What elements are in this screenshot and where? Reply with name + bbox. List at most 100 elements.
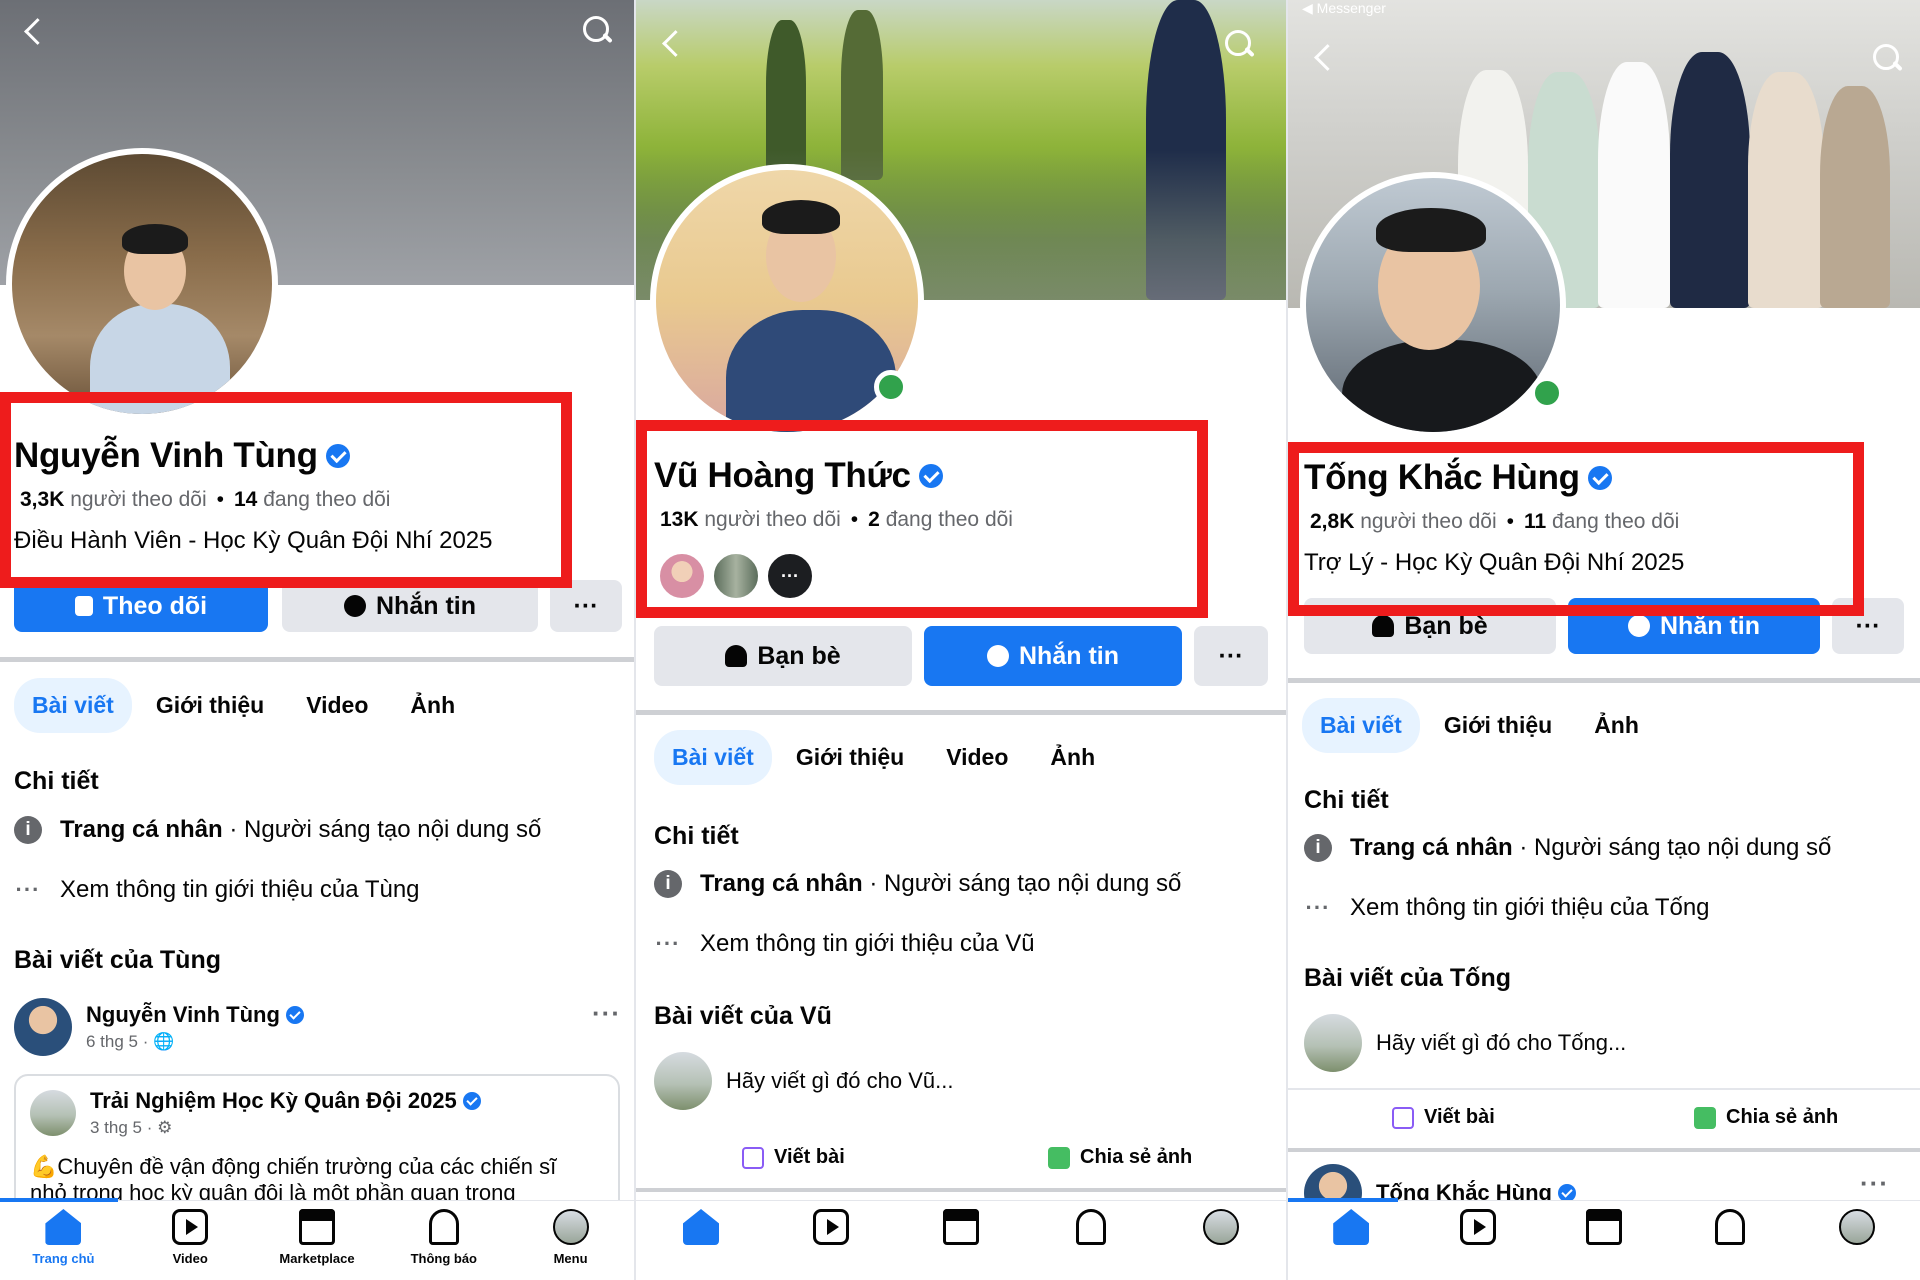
detail-row-category: i Trang cá nhân · Người sáng tạo nội dun… — [1304, 834, 1831, 862]
edit-icon — [742, 1146, 764, 1169]
nav-video[interactable]: Video — [135, 1209, 245, 1266]
home-icon — [683, 1209, 719, 1245]
verified-icon — [1587, 466, 1612, 490]
composer-placeholder[interactable]: Hãy viết gì đó cho Vũ... — [726, 1068, 953, 1094]
marketplace-icon — [1585, 1209, 1622, 1245]
tab-about[interactable]: Giới thiệu — [138, 678, 282, 733]
profile-avatar[interactable] — [6, 148, 278, 420]
profile-bio: Điều Hành Viên - Học Kỳ Quân Đội Nhí 202… — [14, 527, 493, 554]
video-icon — [1459, 1209, 1496, 1245]
tab-photos[interactable]: Ảnh — [1032, 730, 1113, 785]
nav-video[interactable] — [1423, 1209, 1533, 1245]
profile-tabs: Bài viết Giới thiệu Video Ảnh — [654, 730, 1113, 785]
posts-heading: Bài viết của Tống — [1304, 964, 1511, 992]
bell-icon — [1715, 1209, 1746, 1245]
back-icon[interactable] — [1306, 42, 1340, 76]
message-button[interactable]: Nhắn tin — [1568, 598, 1820, 654]
nav-marketplace[interactable]: Marketplace — [262, 1209, 372, 1266]
tab-posts[interactable]: Bài viết — [1302, 698, 1420, 753]
tab-photos[interactable]: Ảnh — [392, 678, 473, 733]
nav-marketplace[interactable] — [1549, 1209, 1659, 1245]
profile-tabs: Bài viết Giới thiệu Video Ảnh — [14, 678, 473, 733]
tab-posts[interactable]: Bài viết — [654, 730, 772, 785]
write-post-button[interactable]: Viết bài — [742, 1146, 845, 1169]
composer[interactable]: Hãy viết gì đó cho Tống... — [1304, 1014, 1626, 1072]
avatar — [654, 1052, 712, 1110]
back-icon[interactable] — [654, 28, 688, 62]
marketplace-icon — [943, 1209, 979, 1245]
menu-icon — [1838, 1209, 1875, 1245]
mutual-friends[interactable]: ··· — [658, 552, 814, 600]
more-button[interactable]: ··· — [1832, 598, 1904, 654]
tab-video[interactable]: Video — [928, 730, 1026, 785]
nav-video[interactable] — [776, 1209, 886, 1245]
nav-home[interactable] — [1296, 1209, 1406, 1245]
friends-button[interactable]: Bạn bè — [1304, 598, 1556, 654]
more-icon: ··· — [15, 877, 41, 902]
friends-button[interactable]: Bạn bè — [654, 626, 912, 686]
details-heading: Chi tiết — [1304, 786, 1389, 814]
more-icon: ··· — [766, 552, 814, 600]
nav-notifications[interactable] — [1675, 1209, 1785, 1245]
nav-home[interactable] — [646, 1209, 756, 1245]
nav-menu[interactable]: Menu — [516, 1209, 626, 1266]
nav-marketplace[interactable] — [906, 1209, 1016, 1245]
post-more-icon[interactable]: ··· — [1860, 1168, 1889, 1199]
follow-stats[interactable]: 2,8K người theo dõi • 11 đang theo dõi — [1310, 510, 1679, 534]
tab-posts[interactable]: Bài viết — [14, 678, 132, 733]
marketplace-icon — [298, 1209, 335, 1245]
divider — [636, 710, 1286, 715]
nav-notifications[interactable]: Thông báo — [389, 1209, 499, 1266]
bottom-nav — [636, 1200, 1286, 1280]
verified-icon — [462, 1092, 481, 1110]
message-button[interactable]: Nhắn tin — [924, 626, 1182, 686]
tab-about[interactable]: Giới thiệu — [778, 730, 922, 785]
nav-menu[interactable] — [1802, 1209, 1912, 1245]
profile-avatar[interactable] — [1300, 172, 1566, 438]
nav-notifications[interactable] — [1036, 1209, 1146, 1245]
follow-stats[interactable]: 3,3K người theo dõi • 14 đang theo dõi — [20, 488, 390, 512]
search-icon[interactable] — [580, 14, 614, 48]
details-heading: Chi tiết — [14, 767, 99, 795]
bell-icon — [428, 1209, 459, 1245]
video-icon — [172, 1209, 209, 1245]
active-indicator — [1288, 1198, 1398, 1202]
detail-row-category: i Trang cá nhân · Người sáng tạo nội dun… — [14, 816, 541, 844]
composer[interactable]: Hãy viết gì đó cho Vũ... — [654, 1052, 953, 1110]
avatar[interactable] — [14, 998, 72, 1056]
nav-menu[interactable] — [1166, 1209, 1276, 1245]
post-more-icon[interactable]: ··· — [592, 998, 621, 1029]
home-icon — [1333, 1209, 1370, 1245]
detail-row-more[interactable]: ··· Xem thông tin giới thiệu của Tống — [1304, 894, 1710, 922]
tab-photos[interactable]: Ảnh — [1576, 698, 1657, 753]
message-button[interactable]: Nhắn tin — [282, 580, 538, 632]
composer-placeholder[interactable]: Hãy viết gì đó cho Tống... — [1376, 1030, 1626, 1056]
follow-stats[interactable]: 13K người theo dõi • 2 đang theo dõi — [660, 508, 1013, 532]
nav-home[interactable]: Trang chủ — [8, 1209, 118, 1266]
follow-button[interactable]: Theo dõi — [14, 580, 268, 632]
detail-row-more[interactable]: ··· Xem thông tin giới thiệu của Tùng — [14, 876, 420, 904]
back-to-messenger[interactable]: ◀ Messenger — [1302, 0, 1386, 17]
detail-row-more[interactable]: ··· Xem thông tin giới thiệu của Vũ — [654, 930, 1035, 958]
verified-icon — [325, 444, 350, 468]
share-photo-button[interactable]: Chia sẻ ảnh — [1694, 1106, 1838, 1129]
more-button[interactable]: ··· — [550, 580, 622, 632]
more-button[interactable]: ··· — [1194, 626, 1268, 686]
write-post-button[interactable]: Viết bài — [1392, 1106, 1495, 1129]
more-icon: ··· — [655, 931, 681, 956]
details-heading: Chi tiết — [654, 822, 739, 850]
share-photo-button[interactable]: Chia sẻ ảnh — [1048, 1146, 1192, 1169]
more-icon: ··· — [1305, 895, 1331, 920]
profile-name: Tống Khắc Hùng — [1304, 458, 1612, 498]
tab-video[interactable]: Video — [288, 678, 386, 733]
search-icon[interactable] — [1870, 42, 1904, 76]
back-icon[interactable] — [16, 16, 50, 50]
edit-icon — [1392, 1106, 1414, 1129]
profile-tabs: Bài viết Giới thiệu Ảnh — [1302, 698, 1657, 753]
avatar — [658, 552, 706, 600]
tab-about[interactable]: Giới thiệu — [1426, 698, 1570, 753]
posts-heading: Bài viết của Vũ — [654, 1002, 832, 1030]
online-status — [1530, 376, 1564, 410]
search-icon[interactable] — [1222, 28, 1256, 62]
shared-post-card[interactable]: Trải Nghiệm Học Kỳ Quân Đội 2025 3 thg 5… — [14, 1074, 620, 1214]
